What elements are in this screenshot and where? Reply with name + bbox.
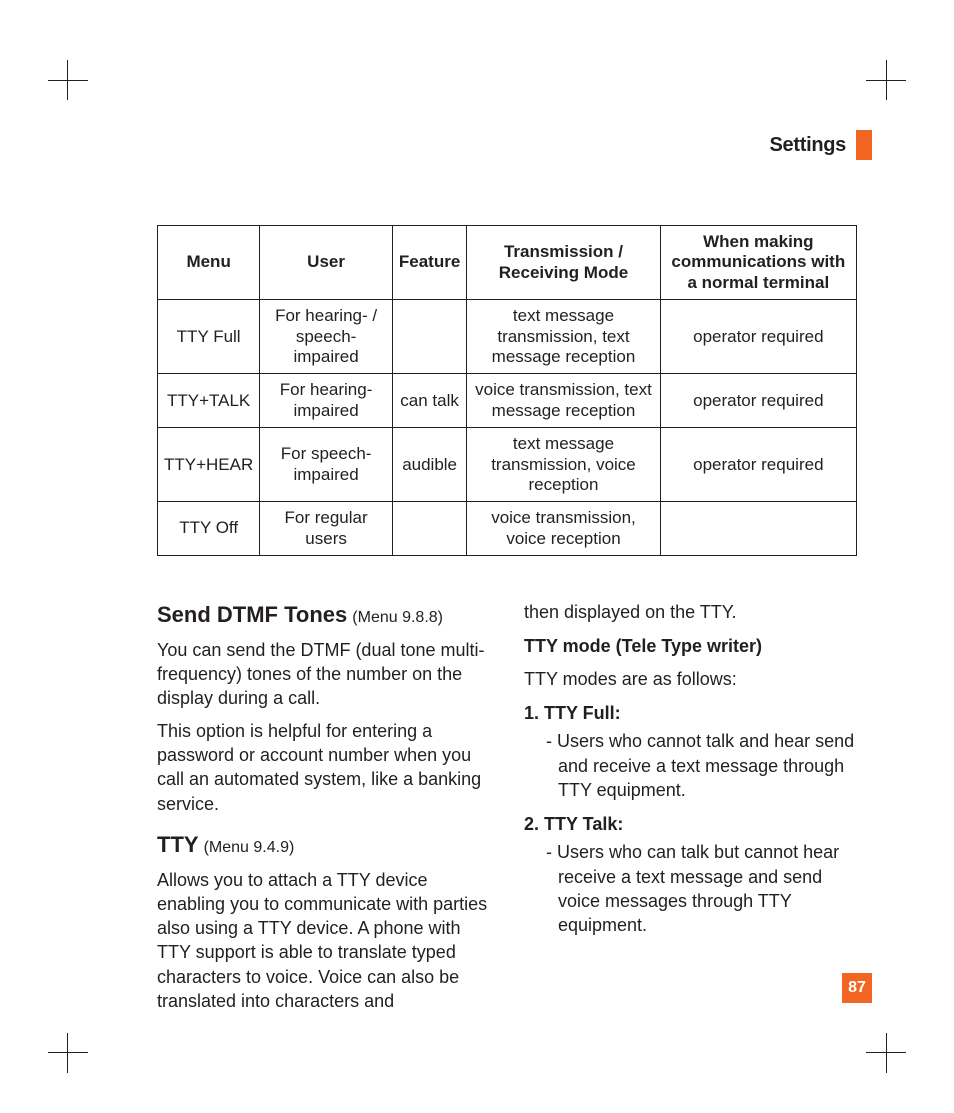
header-accent-block [856, 130, 872, 160]
cell-menu: TTY+TALK [158, 374, 260, 428]
table-row: TTY Full For hearing- / speech- impaired… [158, 300, 857, 374]
col-header-feature: Feature [392, 226, 466, 300]
page-number: 87 [842, 973, 872, 1003]
tty-continuation: then displayed on the TTY. [524, 600, 857, 624]
cell-mode: text message transmission, voice recepti… [467, 428, 660, 502]
right-column: then displayed on the TTY. TTY mode (Tel… [524, 600, 857, 1013]
col-header-user: User [260, 226, 393, 300]
tty-talk-title: 2. TTY Talk: [524, 812, 857, 836]
table-row: TTY+HEAR For speech-impaired audible tex… [158, 428, 857, 502]
dtmf-heading-line: Send DTMF Tones (Menu 9.8.8) [157, 600, 490, 630]
table-row: TTY Off For regular users voice transmis… [158, 502, 857, 556]
dtmf-menu-ref: (Menu 9.8.8) [352, 609, 443, 626]
cell-feature: audible [392, 428, 466, 502]
crop-mark-bl [28, 1033, 68, 1073]
tty-heading: TTY [157, 832, 199, 857]
dtmf-heading: Send DTMF Tones [157, 602, 347, 627]
cell-mode: voice transmission, text message recepti… [467, 374, 660, 428]
cell-mode: text message transmission, text message … [467, 300, 660, 374]
tty-full-title: 1. TTY Full: [524, 701, 857, 725]
col-header-comm: When making communications with a normal… [660, 226, 856, 300]
cell-comm [660, 502, 856, 556]
cell-menu: TTY Off [158, 502, 260, 556]
tty-mode-heading: TTY mode (Tele Type writer) [524, 634, 857, 658]
tty-mode-intro: TTY modes are as follows: [524, 667, 857, 691]
page-header: Settings [770, 130, 873, 160]
tty-menu-ref: (Menu 9.4.9) [204, 839, 295, 856]
tty-mode-table: Menu User Feature Transmission / Receivi… [157, 225, 857, 556]
dtmf-paragraph-1: You can send the DTMF (dual tone multi-f… [157, 638, 490, 711]
cell-comm: operator required [660, 374, 856, 428]
cell-menu: TTY+HEAR [158, 428, 260, 502]
tty-talk-body: - Users who can talk but cannot hear rec… [546, 840, 857, 937]
header-title: Settings [770, 134, 847, 157]
tty-full-body: - Users who cannot talk and hear send an… [546, 729, 857, 802]
tty-paragraph-1: Allows you to attach a TTY device enabli… [157, 868, 490, 1014]
cell-feature [392, 300, 466, 374]
cell-user: For hearing-impaired [260, 374, 393, 428]
tty-heading-line: TTY (Menu 9.4.9) [157, 830, 490, 860]
body-columns: Send DTMF Tones (Menu 9.8.8) You can sen… [157, 600, 857, 1013]
left-column: Send DTMF Tones (Menu 9.8.8) You can sen… [157, 600, 490, 1013]
table-row: TTY+TALK For hearing-impaired can talk v… [158, 374, 857, 428]
col-header-menu: Menu [158, 226, 260, 300]
crop-mark-tl [28, 60, 68, 100]
cell-user: For hearing- / speech- impaired [260, 300, 393, 374]
cell-user: For regular users [260, 502, 393, 556]
crop-mark-tr [886, 60, 926, 100]
crop-mark-br [886, 1033, 926, 1073]
cell-comm: operator required [660, 428, 856, 502]
cell-comm: operator required [660, 300, 856, 374]
table-header-row: Menu User Feature Transmission / Receivi… [158, 226, 857, 300]
cell-menu: TTY Full [158, 300, 260, 374]
dtmf-paragraph-2: This option is helpful for entering a pa… [157, 719, 490, 816]
cell-user: For speech-impaired [260, 428, 393, 502]
content-area: Menu User Feature Transmission / Receivi… [157, 225, 857, 1013]
page-frame: Settings Menu User Feature Transmission … [82, 30, 872, 1083]
col-header-mode: Transmission / Receiving Mode [467, 226, 660, 300]
cell-feature [392, 502, 466, 556]
cell-mode: voice transmission, voice reception [467, 502, 660, 556]
cell-feature: can talk [392, 374, 466, 428]
